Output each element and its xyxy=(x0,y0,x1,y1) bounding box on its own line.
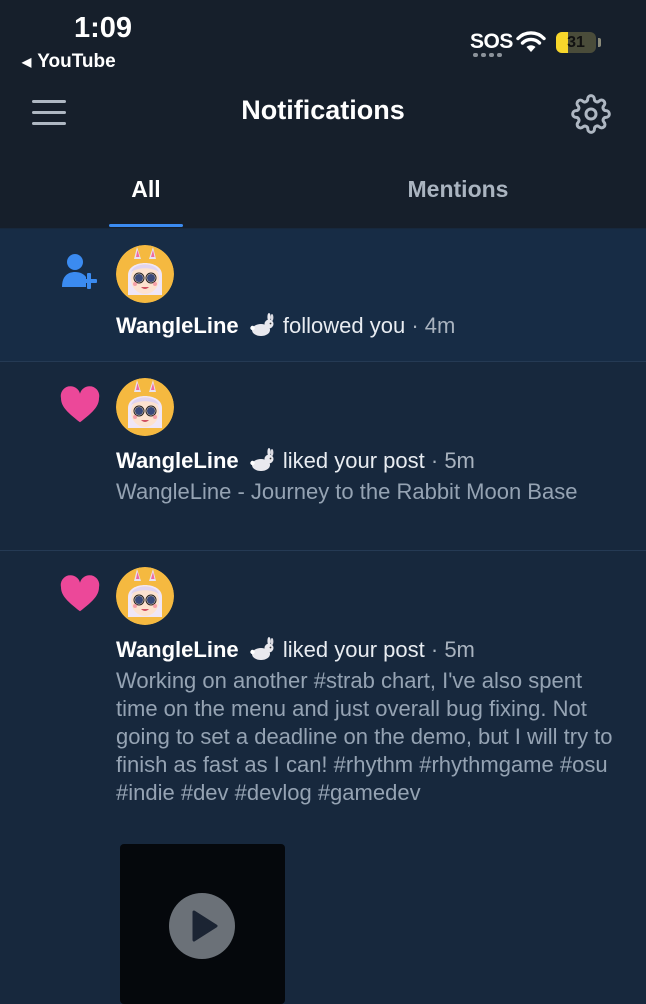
notification-follow[interactable]: WangleLine followed you · 4m xyxy=(0,229,646,362)
user-name[interactable]: WangleLine xyxy=(116,313,239,338)
person-add-icon xyxy=(62,254,97,289)
back-to-app-link[interactable]: ◀ YouTube xyxy=(22,51,116,73)
status-time: 1:09 xyxy=(74,12,133,44)
avatar[interactable] xyxy=(116,567,174,625)
notification-like[interactable]: WangleLine liked your post · 5m Working … xyxy=(0,551,646,1004)
gear-icon[interactable] xyxy=(571,94,611,134)
top-bar: 1:09 ◀ YouTube SOS 31 Notifications All … xyxy=(0,0,646,228)
video-thumbnail[interactable] xyxy=(120,844,285,1004)
notification-text: WangleLine liked your post · 5m xyxy=(116,637,475,663)
active-tab-indicator xyxy=(109,224,183,227)
battery-percent: 31 xyxy=(567,34,585,51)
battery-nub xyxy=(598,38,601,47)
notification-time: · 5m xyxy=(430,637,475,662)
play-button[interactable] xyxy=(169,893,235,959)
heart-icon xyxy=(60,575,100,612)
notification-action: followed you xyxy=(282,313,406,338)
sos-indicator: SOS xyxy=(470,30,513,53)
notification-text: WangleLine liked your post · 5m xyxy=(116,448,475,474)
notification-action: liked your post xyxy=(282,637,425,662)
user-name[interactable]: WangleLine xyxy=(116,637,239,662)
page-title: Notifications xyxy=(241,95,405,125)
rabbit-emoji-icon xyxy=(250,637,274,660)
play-icon xyxy=(192,910,218,942)
notification-action: liked your post xyxy=(282,448,425,473)
rabbit-emoji-icon xyxy=(250,448,274,471)
back-triangle-icon: ◀ xyxy=(22,55,32,69)
signal-dots-icon xyxy=(473,53,502,57)
avatar[interactable] xyxy=(116,245,174,303)
heart-icon xyxy=(60,386,100,423)
wifi-icon xyxy=(516,31,546,52)
tab-all[interactable]: All xyxy=(0,176,292,203)
post-excerpt: Working on another #strab chart, I've al… xyxy=(116,668,613,805)
avatar[interactable] xyxy=(116,378,174,436)
notification-time: · 4m xyxy=(411,313,456,338)
back-app-label: YouTube xyxy=(37,51,116,72)
post-excerpt: WangleLine - Journey to the Rabbit Moon … xyxy=(116,479,578,504)
notification-time: · 5m xyxy=(430,448,475,473)
tab-mentions[interactable]: Mentions xyxy=(312,176,604,203)
notification-like[interactable]: WangleLine liked your post · 5m WangleLi… xyxy=(0,362,646,551)
notification-text: WangleLine followed you · 4m xyxy=(116,313,455,339)
user-name[interactable]: WangleLine xyxy=(116,448,239,473)
battery-indicator: 31 xyxy=(556,32,596,53)
rabbit-emoji-icon xyxy=(250,313,274,336)
